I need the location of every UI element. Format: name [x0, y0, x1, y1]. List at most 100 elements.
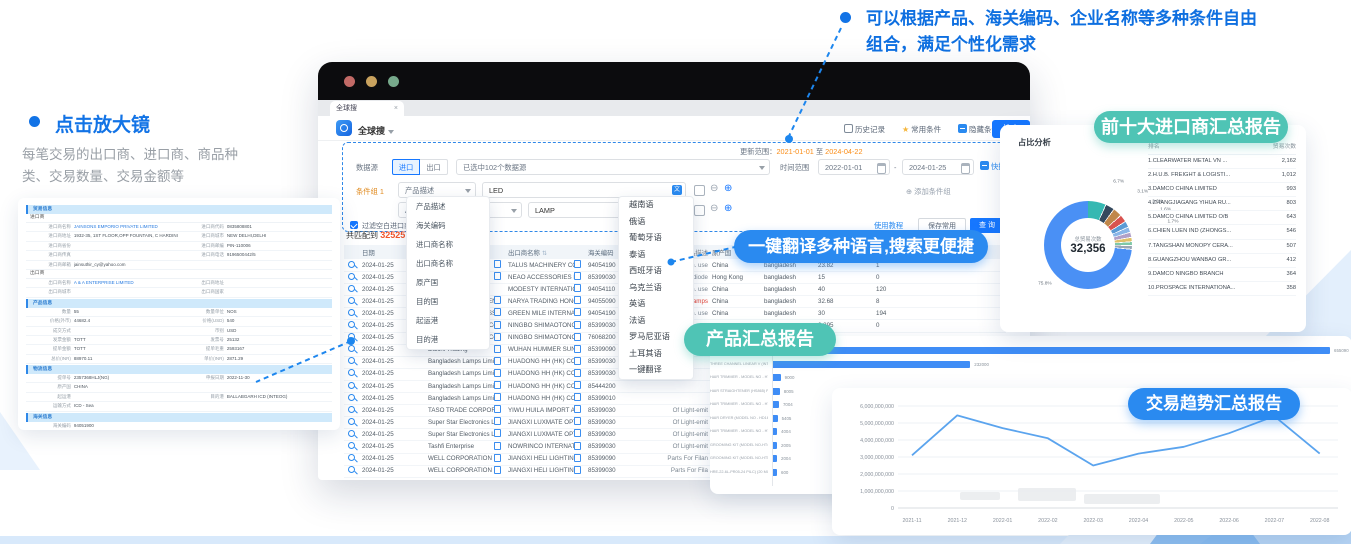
- language-menu-item[interactable]: 一键翻译: [619, 362, 693, 379]
- tab-close-icon[interactable]: ×: [394, 101, 398, 116]
- magnifier-cell[interactable]: [344, 418, 362, 427]
- filter-blank-importer-checkbox[interactable]: [350, 221, 358, 229]
- sort-icon[interactable]: ⇅: [542, 251, 547, 257]
- language-menu-item[interactable]: 罗马尼亚语: [619, 329, 693, 346]
- magnifier-cell[interactable]: [344, 309, 362, 318]
- top-importer-row[interactable]: 5.DAMCO CHINA LIMITED O/B643: [1148, 211, 1296, 225]
- magnifier-icon[interactable]: [348, 430, 355, 437]
- top-importer-row[interactable]: 3.DAMCO CHINA LIMITED993: [1148, 183, 1296, 197]
- language-menu-item[interactable]: 英语: [619, 296, 693, 313]
- magnifier-icon[interactable]: [348, 345, 355, 352]
- copy-icon[interactable]: [494, 296, 501, 304]
- magnifier-icon[interactable]: [348, 394, 355, 401]
- magnifier-cell[interactable]: [344, 394, 362, 403]
- copy-icon[interactable]: [494, 454, 501, 462]
- exact-match-icon[interactable]: [694, 185, 705, 196]
- magnifier-cell[interactable]: [344, 297, 362, 306]
- magnifier-icon[interactable]: [348, 442, 355, 449]
- add-condition-icon[interactable]: ⊕: [724, 184, 732, 194]
- translate-icon[interactable]: 文: [672, 185, 682, 195]
- language-menu-item[interactable]: 越南语: [619, 197, 693, 214]
- magnifier-icon[interactable]: [348, 382, 355, 389]
- date-to-input[interactable]: 2024-01-25: [902, 159, 974, 175]
- add-condition-group[interactable]: ⊕ 添加条件组: [906, 187, 951, 197]
- language-menu-item[interactable]: 法语: [619, 313, 693, 330]
- copy-icon[interactable]: [574, 442, 581, 450]
- bar[interactable]: [773, 347, 1330, 354]
- bar[interactable]: [773, 442, 777, 449]
- language-menu-item[interactable]: 葡萄牙语: [619, 230, 693, 247]
- magnifier-icon[interactable]: [348, 285, 355, 292]
- magnifier-icon[interactable]: [348, 297, 355, 304]
- minimize-window-dot[interactable]: [366, 76, 377, 87]
- copy-icon[interactable]: [574, 333, 581, 341]
- bar[interactable]: [773, 428, 777, 435]
- magnifier-cell[interactable]: [344, 369, 362, 378]
- copy-icon[interactable]: [574, 321, 581, 329]
- magnifier-icon[interactable]: [348, 369, 355, 376]
- top-importer-row[interactable]: 8.GUANGZHOU WANBAO GR...412: [1148, 254, 1296, 268]
- copy-icon[interactable]: [574, 345, 581, 353]
- top-importer-row[interactable]: 4.ZHANGJIAGANG YIHUA RU...803: [1148, 197, 1296, 211]
- bar[interactable]: [773, 455, 777, 462]
- field-menu-item[interactable]: 出口商名称: [407, 254, 489, 273]
- top-importer-row[interactable]: 6.CHIEN LUEN IND (ZHONGS...546: [1148, 225, 1296, 239]
- magnifier-icon[interactable]: [348, 406, 355, 413]
- field-menu-item[interactable]: 原产国: [407, 273, 489, 292]
- magnifier-cell[interactable]: [344, 261, 362, 270]
- copy-icon[interactable]: [574, 381, 581, 389]
- bar[interactable]: [773, 388, 780, 395]
- copy-icon[interactable]: [574, 454, 581, 462]
- copy-icon[interactable]: [494, 381, 501, 389]
- field-menu-item[interactable]: 目的国: [407, 292, 489, 311]
- copy-icon[interactable]: [494, 417, 501, 425]
- exact-match-icon[interactable]: [694, 205, 705, 216]
- magnifier-cell[interactable]: [344, 382, 362, 391]
- import-toggle[interactable]: 进口: [392, 159, 420, 175]
- bar[interactable]: [773, 361, 970, 368]
- language-menu-item[interactable]: 乌克兰语: [619, 280, 693, 297]
- copy-icon[interactable]: [574, 308, 581, 316]
- copy-icon[interactable]: [494, 466, 501, 474]
- language-menu-item[interactable]: 俄语: [619, 214, 693, 231]
- bar[interactable]: [773, 415, 778, 422]
- copy-icon[interactable]: [574, 284, 581, 292]
- magnifier-cell[interactable]: [344, 442, 362, 451]
- maximize-window-dot[interactable]: [388, 76, 399, 87]
- magnifier-icon[interactable]: [348, 273, 355, 280]
- history-button[interactable]: 历史记录: [844, 123, 885, 137]
- copy-icon[interactable]: [574, 429, 581, 437]
- copy-icon[interactable]: [494, 260, 501, 268]
- copy-icon[interactable]: [574, 272, 581, 280]
- copy-icon[interactable]: [494, 357, 501, 365]
- tab-global-search[interactable]: 全球搜 ×: [330, 101, 404, 116]
- copy-icon[interactable]: [574, 466, 581, 474]
- bar[interactable]: [773, 469, 777, 476]
- data-source-select[interactable]: 已选中102个数据源: [456, 159, 770, 175]
- top-importer-row[interactable]: 2.H.U.B. FREIGHT & LOGISTI...1,012: [1148, 169, 1296, 183]
- copy-icon[interactable]: [494, 369, 501, 377]
- copy-icon[interactable]: [574, 417, 581, 425]
- language-menu-item[interactable]: 土耳其语: [619, 346, 693, 363]
- magnifier-cell[interactable]: [344, 430, 362, 439]
- magnifier-cell[interactable]: [344, 285, 362, 294]
- top-importer-row[interactable]: 10.PROSPACE INTERNATIONA...358: [1148, 282, 1296, 296]
- bar[interactable]: [773, 374, 781, 381]
- field-menu-item[interactable]: 起运港: [407, 311, 489, 330]
- field-menu-item[interactable]: 产品描述: [407, 197, 489, 216]
- copy-icon[interactable]: [494, 393, 501, 401]
- remove-condition-icon[interactable]: ⊖: [710, 184, 718, 194]
- magnifier-cell[interactable]: [344, 273, 362, 282]
- magnifier-icon[interactable]: [348, 321, 355, 328]
- magnifier-cell[interactable]: [344, 321, 362, 330]
- field-menu-item[interactable]: 目的港: [407, 330, 489, 349]
- top-importer-row[interactable]: 1.CLEARWATER METAL VN ...2,162: [1148, 155, 1296, 169]
- export-toggle[interactable]: 出口: [420, 159, 448, 175]
- copy-icon[interactable]: [574, 357, 581, 365]
- date-from-input[interactable]: 2022-01-01: [818, 159, 890, 175]
- magnifier-cell[interactable]: [344, 454, 362, 463]
- magnifier-cell[interactable]: [344, 345, 362, 354]
- magnifier-cell[interactable]: [344, 466, 362, 475]
- copy-icon[interactable]: [574, 393, 581, 401]
- remove-condition-icon[interactable]: ⊖: [710, 204, 718, 214]
